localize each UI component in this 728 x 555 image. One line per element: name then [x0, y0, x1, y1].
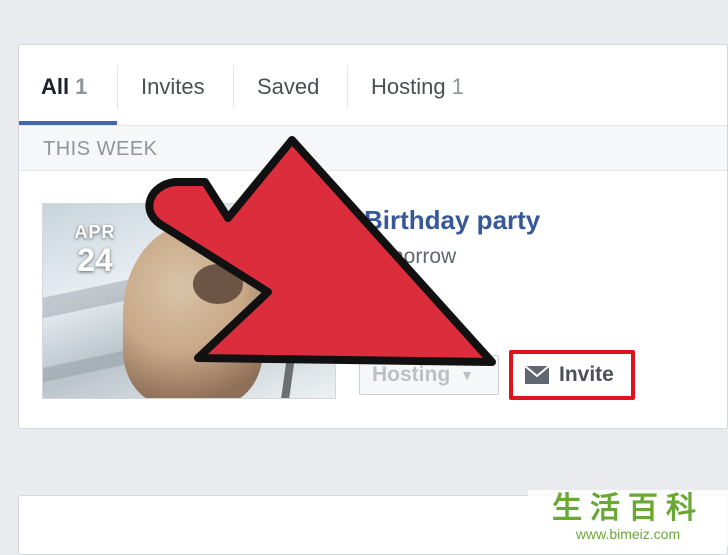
tab-invites[interactable]: Invites	[119, 67, 227, 107]
tab-divider	[347, 65, 348, 109]
tab-divider	[233, 65, 234, 109]
tab-all[interactable]: All 1	[19, 67, 109, 107]
hosting-button-label: Hosting	[372, 363, 451, 386]
chevron-down-icon: ▼	[460, 367, 475, 383]
tab-all-label: All	[41, 74, 70, 99]
section-title: THIS WEEK	[43, 138, 158, 160]
tab-hosting-count: 1	[451, 74, 464, 99]
event-thumbnail[interactable]: APR 24	[42, 203, 336, 399]
events-card: All 1 Invites Saved Hosting 1 THIS WEEK …	[18, 44, 728, 429]
photo-subject	[123, 224, 263, 398]
hosting-dropdown-button[interactable]: Hosting ▼	[359, 355, 499, 395]
watermark: 生活百科 www.bimeiz.com	[528, 490, 728, 546]
events-tabs: All 1 Invites Saved Hosting 1	[19, 45, 727, 126]
envelope-icon	[525, 366, 549, 384]
event-date-badge: APR 24	[65, 222, 125, 277]
invite-button[interactable]: Invite	[509, 350, 635, 400]
event-date-month: APR	[74, 222, 116, 242]
tab-hosting-label: Hosting	[371, 74, 446, 99]
event-title-link[interactable]: Birthday party	[364, 205, 540, 236]
tab-hosting[interactable]: Hosting 1	[349, 67, 486, 107]
tab-all-count: 1	[75, 74, 88, 99]
event-host[interactable]: Club	[364, 275, 407, 299]
active-tab-indicator	[19, 121, 117, 125]
tab-saved[interactable]: Saved	[235, 67, 341, 107]
event-time: Tomorrow	[364, 245, 457, 268]
tab-divider	[117, 65, 118, 109]
tab-invites-label: Invites	[141, 74, 205, 99]
photo-detail	[274, 204, 320, 398]
watermark-logo: 生活百科	[552, 492, 704, 525]
invite-button-label: Invite	[559, 363, 614, 386]
event-date-day: 24	[77, 242, 113, 278]
tab-saved-label: Saved	[257, 74, 320, 99]
photo-detail	[193, 264, 243, 304]
section-header: THIS WEEK	[19, 126, 727, 171]
watermark-url: www.bimeiz.com	[575, 526, 681, 542]
